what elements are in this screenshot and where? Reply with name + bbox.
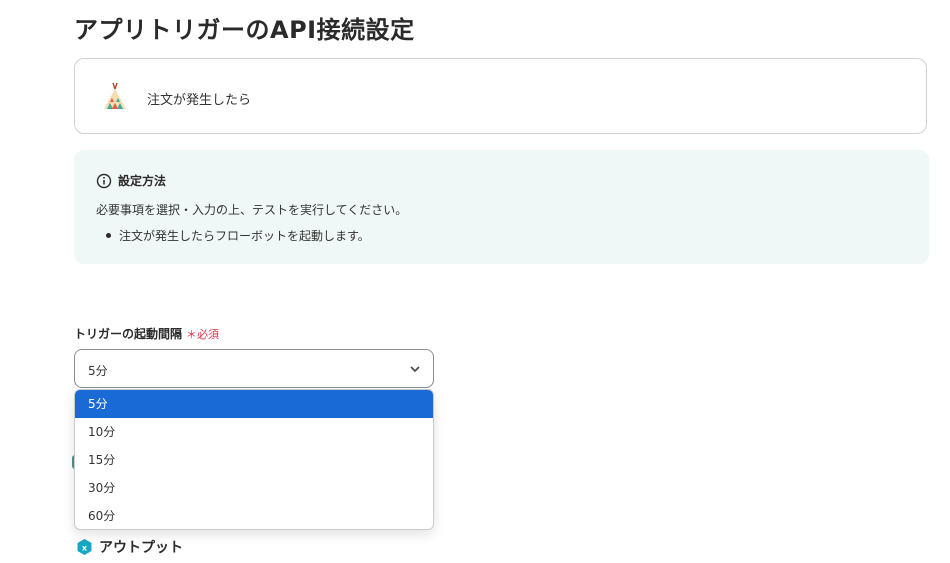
interval-option-15[interactable]: 15分 — [75, 446, 433, 474]
interval-field-label: トリガーの起動間隔 ＊必須 — [74, 325, 219, 342]
required-badge: ＊必須 — [186, 328, 220, 341]
info-box: 設定方法 必要事項を選択・入力の上、テストを実行してください。 注文が発生したら… — [74, 150, 929, 264]
svg-text:x: x — [82, 544, 88, 553]
trigger-card: 注文が発生したら — [74, 58, 927, 134]
info-header: 設定方法 — [96, 172, 166, 189]
output-title: アウトプット — [99, 540, 183, 556]
trigger-name: 注文が発生したら — [147, 93, 252, 108]
interval-select[interactable]: 5分 — [74, 349, 434, 388]
output-hexagon-icon: x — [77, 539, 92, 555]
info-list: 注文が発生したらフローボットを起動します。 — [96, 227, 370, 244]
info-icon — [96, 173, 112, 188]
page-title: アプリトリガーのAPI接続設定 — [74, 16, 415, 44]
list-item-text: 注文が発生したらフローボットを起動します。 — [119, 229, 370, 243]
chevron-down-icon — [410, 366, 420, 373]
info-description: 必要事項を選択・入力の上、テストを実行してください。 — [96, 203, 408, 217]
bullet-icon — [106, 233, 111, 238]
interval-dropdown-menu: 5分 10分 15分 30分 60分 — [74, 389, 434, 530]
interval-option-60[interactable]: 60分 — [75, 502, 433, 529]
list-item: 注文が発生したらフローボットを起動します。 — [96, 227, 370, 244]
interval-option-10[interactable]: 10分 — [75, 418, 433, 446]
info-title: 設定方法 — [118, 174, 167, 188]
teepee-logo-icon — [104, 82, 126, 109]
interval-option-30[interactable]: 30分 — [75, 474, 433, 502]
output-section: x アウトプット — [76, 537, 183, 557]
interval-option-5[interactable]: 5分 — [75, 390, 433, 418]
interval-select-value: 5分 — [88, 364, 108, 378]
interval-label-text: トリガーの起動間隔 — [74, 327, 183, 341]
